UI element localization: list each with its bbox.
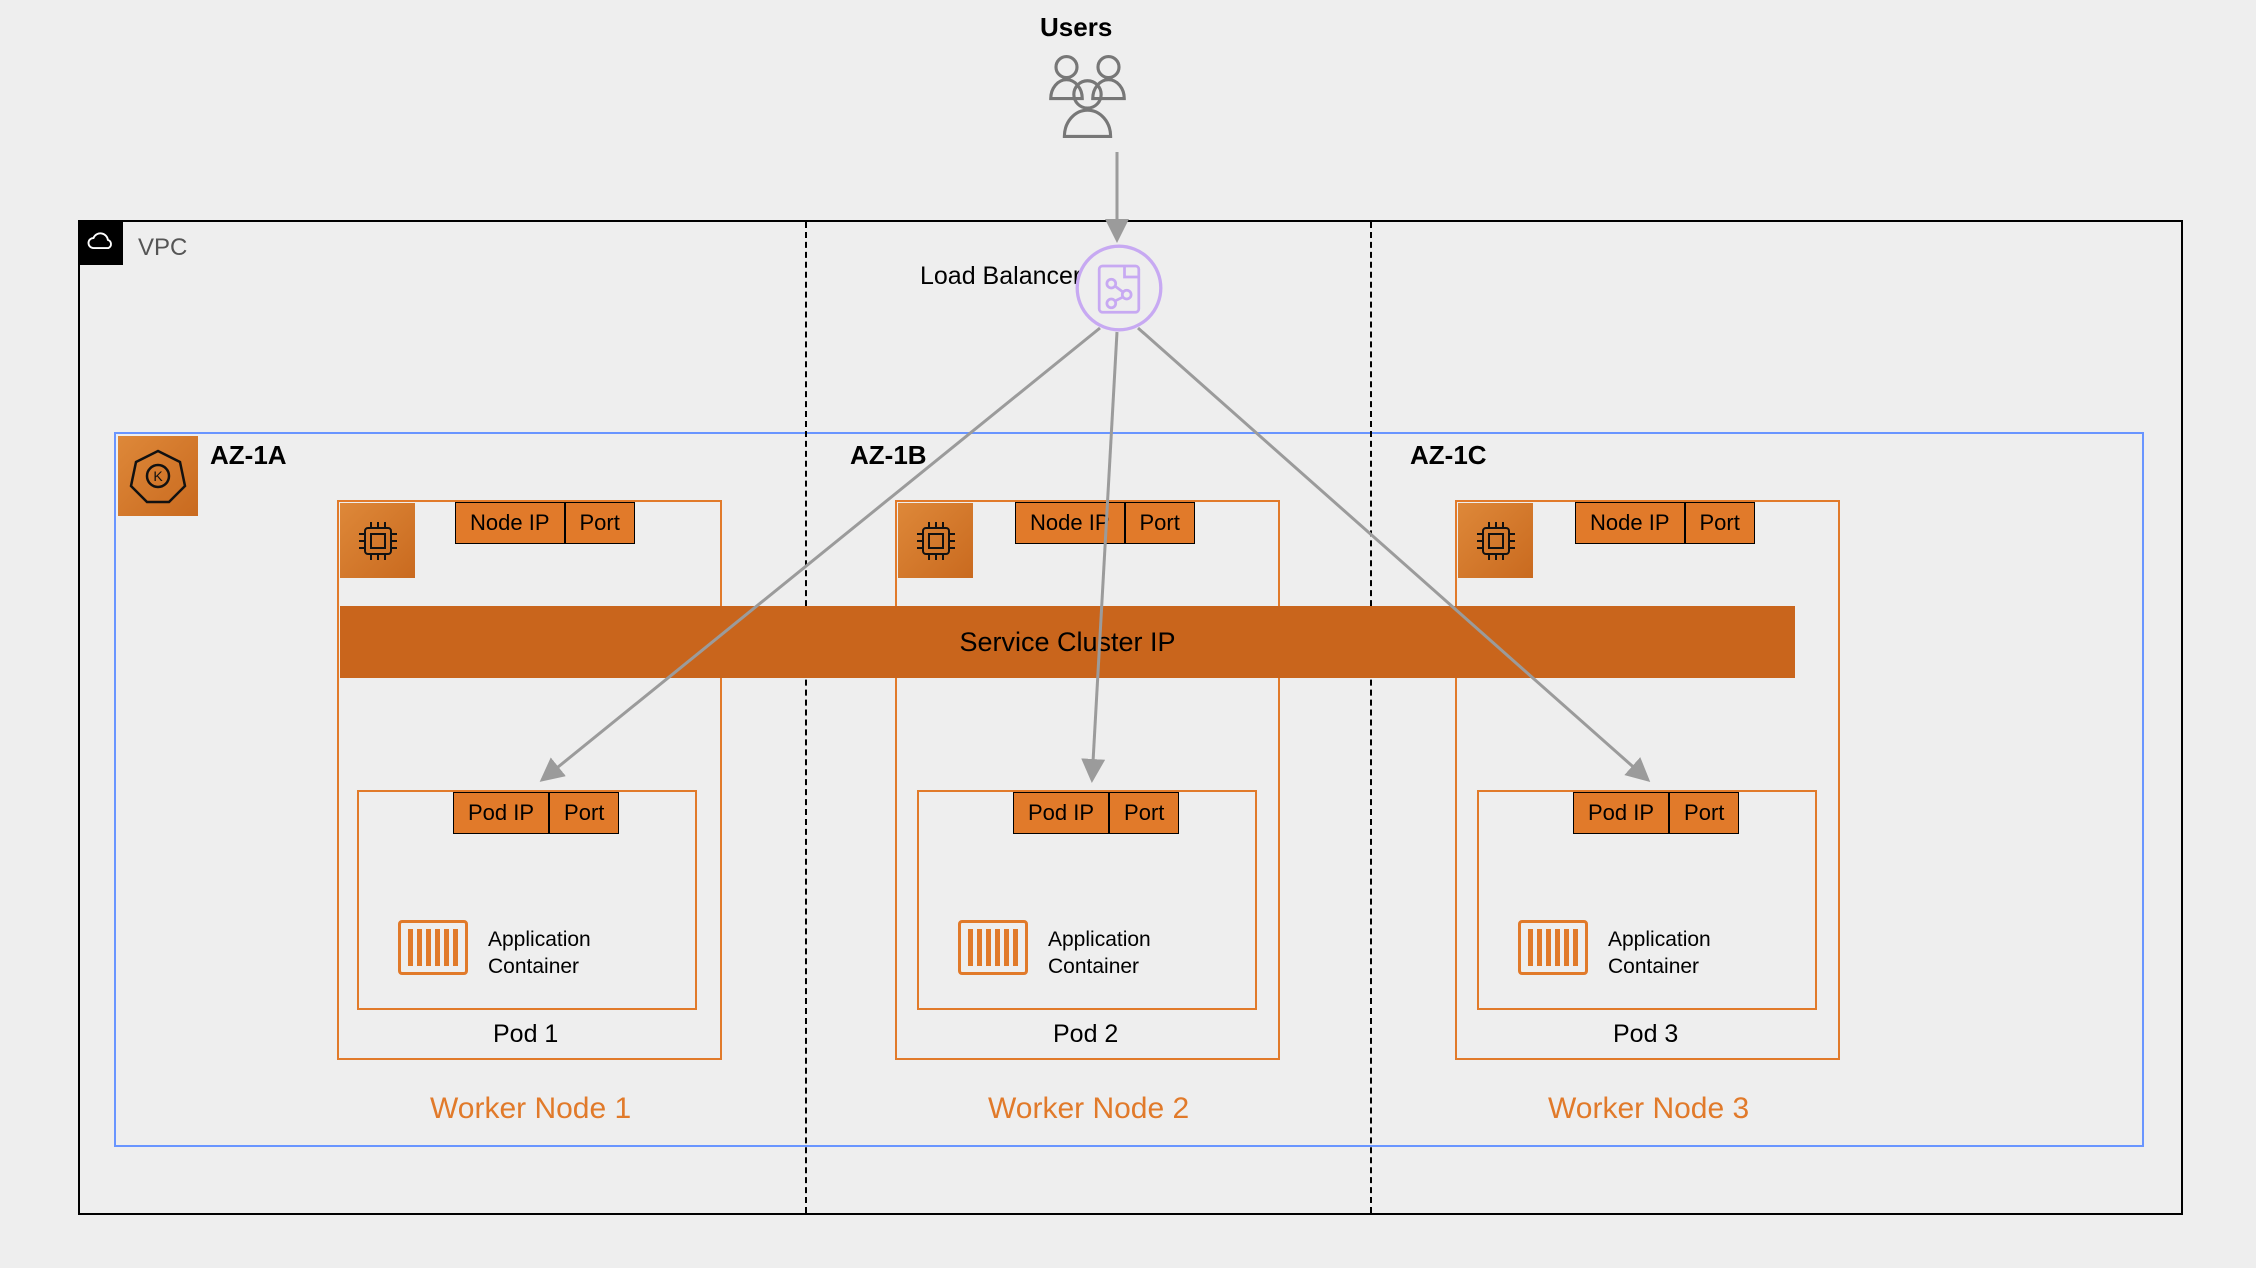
compute-icon-2	[898, 503, 973, 578]
az-divider-1	[805, 222, 807, 1213]
compute-icon-1	[340, 503, 415, 578]
worker-1-label: Worker Node 1	[430, 1092, 631, 1126]
container-label-3: ApplicationContainer	[1608, 926, 1711, 981]
node-ip-cell: Node IP	[1015, 502, 1125, 544]
compute-icon-3	[1458, 503, 1533, 578]
node-ip-cell: Node IP	[1575, 502, 1685, 544]
load-balancer-icon	[1075, 244, 1163, 332]
node-port-cell: Port	[565, 502, 635, 544]
node-tab-3: Node IP Port	[1575, 502, 1755, 544]
vpc-label: VPC	[138, 234, 187, 262]
pod-tab-3: Pod IP Port	[1573, 792, 1739, 834]
az-label-1a: AZ-1A	[210, 440, 287, 471]
container-icon-1	[398, 920, 468, 975]
pod-port-cell: Port	[1109, 792, 1179, 834]
worker-3-label: Worker Node 3	[1548, 1092, 1749, 1126]
az-label-1c: AZ-1C	[1410, 440, 1487, 471]
worker-2-label: Worker Node 2	[988, 1092, 1189, 1126]
load-balancer-label: Load Balancer	[920, 262, 1081, 291]
az-divider-2	[1370, 222, 1372, 1213]
pod-tab-2: Pod IP Port	[1013, 792, 1179, 834]
kubernetes-icon: K	[118, 436, 198, 516]
pod-2-label: Pod 2	[1053, 1020, 1118, 1049]
pod-ip-cell: Pod IP	[453, 792, 549, 834]
service-cluster-ip-bar: Service Cluster IP	[340, 606, 1795, 678]
vpc-icon	[78, 220, 123, 265]
container-label-1: ApplicationContainer	[488, 926, 591, 981]
node-ip-cell: Node IP	[455, 502, 565, 544]
container-label-2: ApplicationContainer	[1048, 926, 1151, 981]
container-icon-2	[958, 920, 1028, 975]
pod-ip-cell: Pod IP	[1573, 792, 1669, 834]
diagram-canvas: Users VPC Load Balancer	[0, 0, 2256, 1268]
node-tab-1: Node IP Port	[455, 502, 635, 544]
node-tab-2: Node IP Port	[1015, 502, 1195, 544]
container-icon-3	[1518, 920, 1588, 975]
users-label: Users	[1040, 12, 1112, 43]
users-icon	[1035, 44, 1140, 149]
pod-port-cell: Port	[549, 792, 619, 834]
pod-3-label: Pod 3	[1613, 1020, 1678, 1049]
node-port-cell: Port	[1685, 502, 1755, 544]
az-label-1b: AZ-1B	[850, 440, 927, 471]
pod-1-label: Pod 1	[493, 1020, 558, 1049]
node-port-cell: Port	[1125, 502, 1195, 544]
pod-tab-1: Pod IP Port	[453, 792, 619, 834]
svg-text:K: K	[153, 468, 163, 484]
pod-port-cell: Port	[1669, 792, 1739, 834]
pod-ip-cell: Pod IP	[1013, 792, 1109, 834]
